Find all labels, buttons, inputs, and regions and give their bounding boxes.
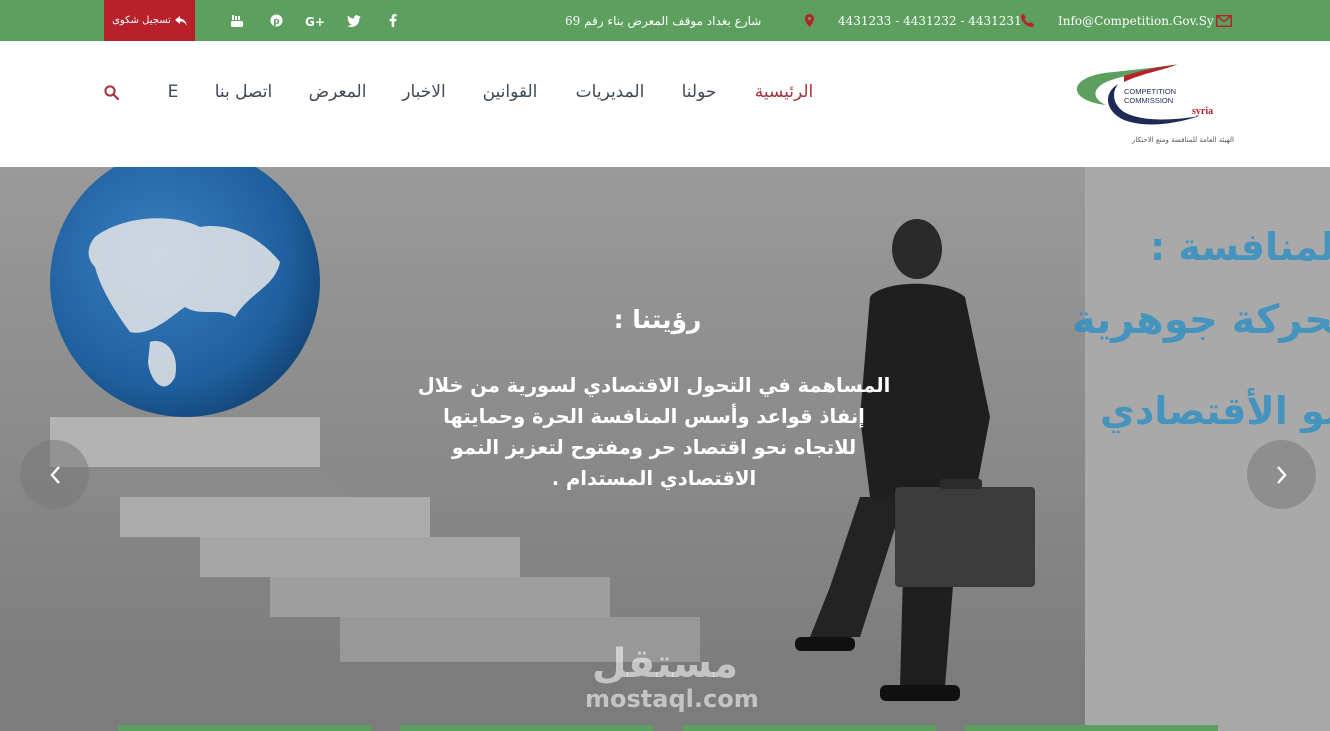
nav-gallery[interactable]: المعرض bbox=[300, 78, 375, 106]
feature-tab-4[interactable] bbox=[965, 725, 1218, 731]
svg-text:p: p bbox=[273, 17, 280, 27]
feature-tab-3[interactable] bbox=[683, 725, 936, 731]
feature-tab-2[interactable] bbox=[400, 725, 653, 731]
reply-icon bbox=[174, 15, 187, 26]
facebook-icon[interactable] bbox=[381, 0, 405, 41]
google-plus-icon[interactable]: G+ bbox=[303, 0, 327, 41]
pinterest-icon[interactable]: p bbox=[264, 0, 288, 41]
slide-title: رؤيتنا : bbox=[613, 305, 702, 334]
carousel-prev-button[interactable] bbox=[20, 440, 89, 509]
logo-line-1: COMPETITION bbox=[1124, 87, 1176, 96]
email-text[interactable]: Info@Competition.Gov.Sy bbox=[1058, 0, 1214, 41]
feature-tab-1[interactable] bbox=[118, 725, 371, 731]
slide-line-4: الاقتصادي المستدام . bbox=[551, 467, 757, 490]
phone-icon bbox=[1021, 0, 1034, 41]
logo-line-3: syria bbox=[1192, 106, 1213, 117]
bg-text-line-2: ة محركة جوهرية bbox=[1072, 297, 1330, 343]
nav-laws[interactable]: القوانين bbox=[472, 78, 548, 106]
bg-text-line-1: المنافسة : bbox=[1150, 225, 1330, 269]
logo-swoosh-graphic: COMPETITION COMMISSION syria الهيئة العا… bbox=[1076, 64, 1234, 144]
watermark-arabic: مستقل bbox=[591, 641, 739, 687]
slide-line-3: للاتجاه نحو اقتصاد حر ومفتوح لتعزيز النم… bbox=[451, 436, 857, 459]
slide-description: المساهمة في التحول الاقتصادي لسورية من خ… bbox=[398, 370, 910, 494]
address-text: شارع بغداد موقف المعرض بناء رقم 69 bbox=[565, 13, 762, 28]
complaint-button[interactable]: تسجيل شكوى bbox=[104, 0, 195, 41]
complaint-label: تسجيل شكوى bbox=[112, 15, 171, 26]
watermark-latin: mostaql.com bbox=[585, 685, 759, 713]
youtube-icon[interactable] bbox=[225, 0, 249, 41]
top-bar: تسجيل شكوى p G+ شارع بغداد موقف المعرض ب… bbox=[0, 0, 1330, 41]
bg-text-line-3: لنمو الأقتصادي bbox=[1100, 389, 1330, 433]
logo-arabic-name: الهيئة العامة للمنافسة ومنع الاحتكار bbox=[1131, 136, 1234, 144]
nav-home[interactable]: الرئيسية bbox=[744, 78, 824, 106]
envelope-icon bbox=[1216, 0, 1232, 41]
svg-text:G+: G+ bbox=[305, 15, 325, 27]
nav-contact[interactable]: اتصل بنا bbox=[205, 78, 282, 106]
slide-line-1: المساهمة في التحول الاقتصادي لسورية من خ… bbox=[417, 374, 891, 397]
nav-about[interactable]: حولنا bbox=[673, 78, 725, 106]
chevron-right-icon bbox=[1276, 465, 1287, 484]
site-logo[interactable]: COMPETITION COMMISSION syria الهيئة العا… bbox=[1060, 60, 1236, 152]
slide-line-2: إنفاذ قواعد وأسس المنافسة الحرة وحمايتها bbox=[443, 405, 865, 428]
phone-numbers: 4431233 - 4431232 - 4431231 bbox=[838, 13, 1022, 28]
chevron-left-icon bbox=[49, 465, 60, 484]
nav-english[interactable]: E bbox=[160, 78, 186, 106]
carousel-next-button[interactable] bbox=[1247, 440, 1316, 509]
nav-news[interactable]: الاخبار bbox=[394, 78, 454, 106]
map-marker-icon bbox=[805, 0, 814, 41]
mostaql-watermark: مستقل mostaql.com bbox=[585, 641, 759, 713]
search-icon[interactable] bbox=[98, 78, 124, 106]
nav-directorates[interactable]: المديريات bbox=[567, 78, 653, 106]
logo-line-2: COMMISSION bbox=[1124, 96, 1173, 105]
twitter-icon[interactable] bbox=[342, 0, 366, 41]
